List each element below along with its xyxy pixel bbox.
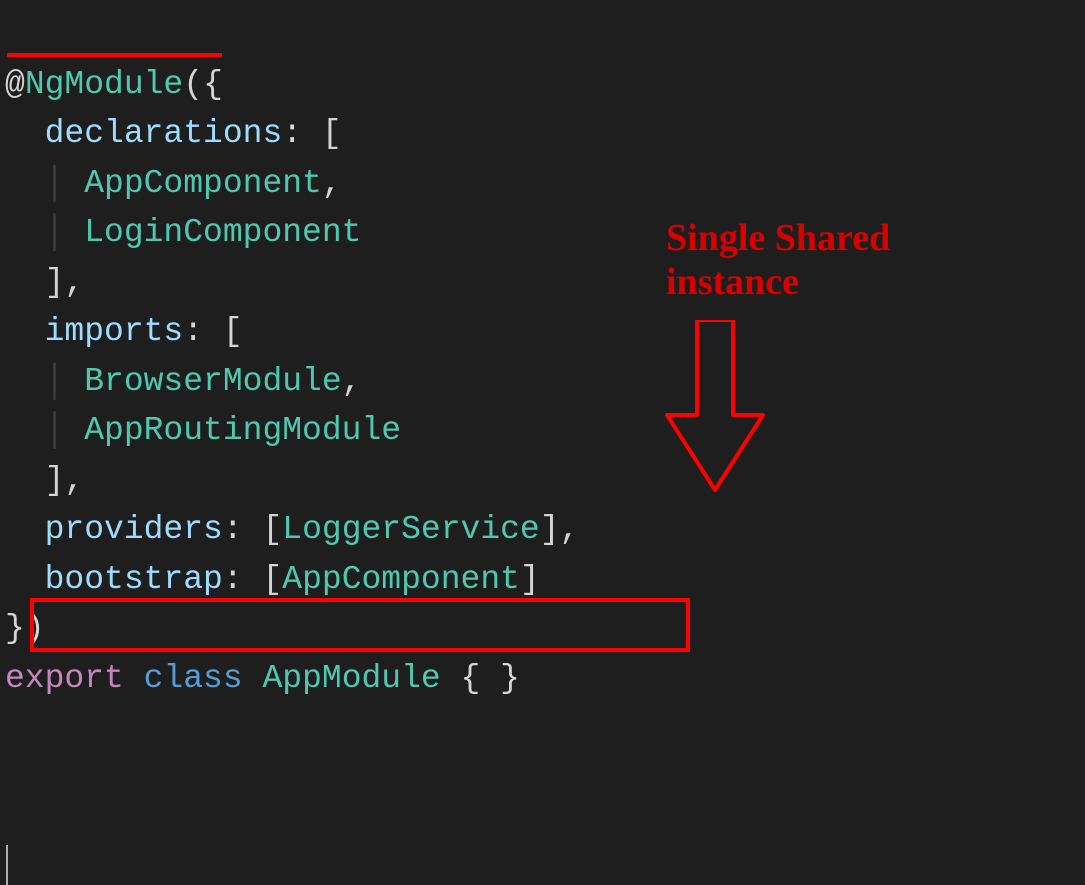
text-cursor <box>6 845 8 885</box>
providers-key: providers <box>45 511 223 548</box>
comma: , <box>560 511 580 548</box>
open-paren: ( <box>183 66 203 103</box>
provider-item-0: LoggerService <box>282 511 539 548</box>
export-keyword: export <box>5 660 124 697</box>
close-brace: } <box>500 660 520 697</box>
class-name: AppModule <box>262 660 440 697</box>
close-bracket: ] <box>520 561 540 598</box>
annotation-line-2: instance <box>666 261 799 303</box>
decorator-name: NgModule <box>25 66 183 103</box>
comma: , <box>322 165 342 202</box>
imports-key: imports <box>45 313 184 350</box>
at-symbol: @ <box>5 66 25 103</box>
annotation-label: Single Shared instance <box>666 217 890 304</box>
annotation-line-1: Single Shared <box>666 217 890 259</box>
colon: : <box>223 511 243 548</box>
open-bracket: [ <box>262 511 282 548</box>
open-bracket: [ <box>223 313 243 350</box>
colon: : <box>282 115 302 152</box>
comma: , <box>64 264 84 301</box>
class-keyword: class <box>144 660 243 697</box>
decorator-underline <box>7 53 222 57</box>
open-bracket: [ <box>262 561 282 598</box>
declarations-key: declarations <box>45 115 283 152</box>
code-block: @NgModule({ declarations: [ │ AppCompone… <box>5 10 1080 703</box>
open-bracket: [ <box>322 115 342 152</box>
close-brace: } <box>5 610 25 647</box>
bootstrap-key: bootstrap <box>45 561 223 598</box>
open-brace: { <box>203 66 223 103</box>
declaration-item-0: AppComponent <box>84 165 322 202</box>
close-paren: ) <box>25 610 45 647</box>
import-item-1: AppRoutingModule <box>84 412 401 449</box>
close-bracket: ] <box>45 462 65 499</box>
import-item-0: BrowserModule <box>84 363 341 400</box>
open-brace: { <box>461 660 481 697</box>
close-bracket: ] <box>45 264 65 301</box>
bootstrap-item-0: AppComponent <box>282 561 520 598</box>
colon: : <box>183 313 203 350</box>
close-bracket: ] <box>540 511 560 548</box>
comma: , <box>64 462 84 499</box>
down-arrow-icon <box>655 320 775 495</box>
comma: , <box>342 363 362 400</box>
declaration-item-1: LoginComponent <box>84 214 361 251</box>
colon: : <box>223 561 243 598</box>
